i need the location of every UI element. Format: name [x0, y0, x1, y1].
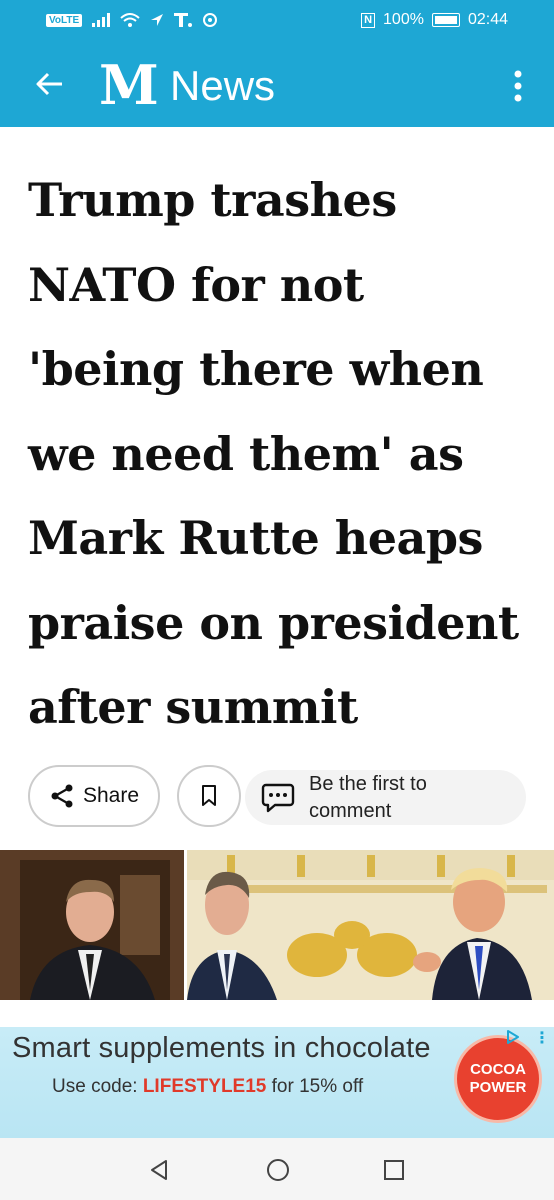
ad-choices-icon[interactable] [505, 1029, 521, 1045]
status-icons-right: N 100% 02:44 [361, 11, 508, 29]
article-image-left[interactable] [0, 850, 184, 1000]
carrier-icon [174, 13, 193, 27]
comment-icon [261, 783, 295, 812]
article-headline: Trump trashes NATO for not 'being there … [28, 173, 519, 734]
ad-options-icon[interactable]: ⋮ [534, 1031, 550, 1047]
article-image-right[interactable] [187, 850, 554, 1000]
ad-title: Smart supplements in chocolate [12, 1032, 431, 1064]
share-button[interactable]: Share [28, 765, 160, 827]
app-title: News [170, 62, 276, 109]
share-label: Share [82, 784, 140, 807]
ad-code-prefix: Use code: [52, 1076, 143, 1097]
nav-recents-icon[interactable] [384, 1160, 404, 1180]
more-vertical-icon[interactable] [508, 66, 528, 106]
comment-label: Be the first to comment [309, 772, 427, 822]
battery-percent: 100% [383, 11, 424, 28]
arrow-left-icon[interactable] [30, 64, 70, 104]
bookmark-icon [202, 785, 216, 806]
ad-code-suffix: for 15% off [266, 1076, 364, 1097]
status-bar: VoLTE N 100% 02:44 [0, 0, 554, 44]
location-arrow-icon [151, 14, 164, 26]
hotspot-icon [203, 13, 218, 27]
nav-back-icon[interactable] [147, 1158, 171, 1182]
ad-brand-line2: POWER [469, 1079, 527, 1096]
ad-brand-line1: COCOA [470, 1061, 526, 1078]
nfc-icon: N [361, 12, 376, 28]
battery-icon [431, 13, 460, 27]
signal-icon [92, 13, 111, 27]
share-icon [51, 784, 73, 808]
advertisement-banner[interactable]: Smart supplements in chocolate Use code:… [0, 1027, 554, 1138]
ad-brand-badge: COCOA POWER [454, 1035, 542, 1123]
ad-promo-line: Use code: LIFESTYLE15 for 15% off [52, 1076, 363, 1098]
app-logo: M [99, 53, 159, 117]
ad-promo-code: LIFESTYLE15 [142, 1076, 267, 1097]
meeting-illustration [187, 850, 554, 1000]
nav-home-icon[interactable] [266, 1158, 290, 1182]
bookmark-button[interactable] [177, 765, 241, 827]
comment-button[interactable]: Be the first to comment [245, 770, 526, 825]
system-navigation-bar [0, 1138, 554, 1200]
status-icons-left: VoLTE [46, 12, 218, 28]
wifi-icon [120, 13, 140, 27]
volte-badge: VoLTE [46, 13, 83, 27]
clock: 02:44 [467, 11, 508, 28]
portrait-illustration [0, 850, 184, 1000]
app-bar: M News [0, 44, 554, 127]
